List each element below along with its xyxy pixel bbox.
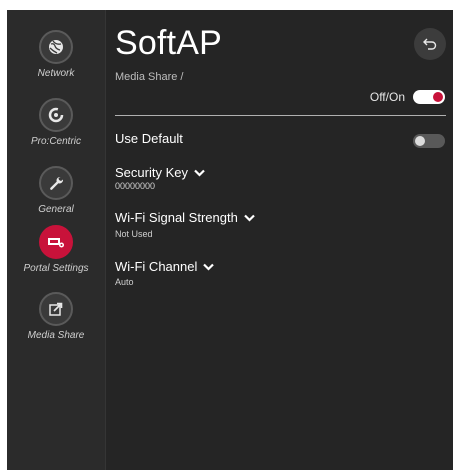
main-panel: SoftAP Media Share / Off/On Use Default … — [106, 10, 453, 470]
security-key-label: Security Key — [115, 165, 188, 180]
network-icon — [39, 30, 73, 64]
off-on-toggle[interactable] — [413, 90, 445, 104]
back-button[interactable] — [414, 28, 446, 60]
use-default-text: Use Default — [115, 131, 183, 146]
sidebar-item-label: Pro:Centric — [30, 136, 81, 147]
chevron-down-icon — [203, 263, 215, 271]
sidebar-item-general[interactable]: General — [7, 166, 105, 215]
chevron-down-icon — [244, 214, 255, 222]
security-key-dropdown[interactable]: Security Key — [115, 165, 205, 180]
wifi-signal-strength-dropdown[interactable]: Wi-Fi Signal Strength — [115, 210, 255, 225]
tv-settings-screen: Network Pro:Centric General Portal Setti… — [7, 10, 453, 470]
security-key-value: 00000000 — [115, 181, 156, 191]
sidebar-item-portal-settings[interactable]: Portal Settings — [7, 225, 105, 274]
sidebar-item-label: Portal Settings — [23, 263, 89, 274]
wifi-channel-label: Wi-Fi Channel — [115, 259, 198, 274]
use-default-label: Use Default — [115, 131, 183, 146]
use-default-toggle[interactable] — [413, 134, 445, 148]
portal-settings-icon — [39, 225, 73, 259]
off-on-label: Off/On — [369, 90, 405, 104]
wifi-channel-value: Auto — [115, 277, 134, 287]
sidebar-item-label: Media Share — [27, 330, 85, 341]
off-on-row: Off/On — [370, 90, 445, 104]
sidebar: Network Pro:Centric General Portal Setti… — [7, 10, 106, 470]
wrench-icon — [39, 166, 73, 200]
chevron-down-icon — [194, 169, 205, 177]
sidebar-item-procentric[interactable]: Pro:Centric — [7, 98, 105, 147]
back-arrow-icon — [423, 38, 437, 50]
wifi-signal-strength-value: Not Used — [115, 229, 153, 239]
sidebar-item-network[interactable]: Network — [7, 30, 105, 79]
sidebar-item-media-share[interactable]: Media Share — [7, 292, 105, 341]
sidebar-item-label: Network — [37, 68, 75, 79]
breadcrumb: Media Share / — [115, 71, 184, 83]
sidebar-item-label: General — [38, 204, 74, 215]
procentric-icon — [39, 98, 73, 132]
page-title: SoftAP — [115, 24, 223, 62]
wifi-signal-strength-label: Wi-Fi Signal Strength — [115, 210, 238, 225]
wifi-channel-dropdown[interactable]: Wi-Fi Channel — [115, 259, 215, 274]
media-share-icon — [39, 292, 73, 326]
divider — [115, 115, 446, 116]
